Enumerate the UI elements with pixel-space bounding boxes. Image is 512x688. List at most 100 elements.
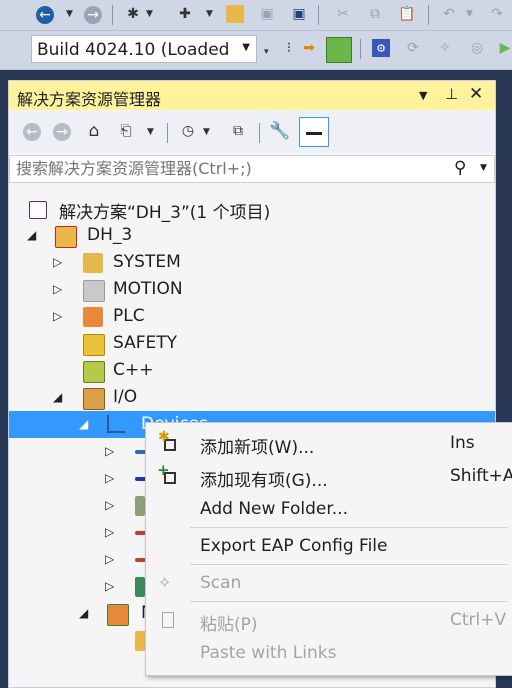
build-icon[interactable]: ➡ — [300, 39, 318, 57]
main-toolbar: ← ▼ → ✱ ▼ ✚ ▼ ▣ ▣ ✂ ⧉ 📋 ↶ ▼ ↷ — [0, 0, 512, 31]
target-config-icon[interactable] — [326, 37, 352, 63]
menu-item-scan: ✧ Scan — [146, 567, 512, 599]
tree-item-safety[interactable]: SAFETY — [9, 330, 495, 357]
restart-icon: ⟳ — [407, 40, 419, 56]
tree-item-system[interactable]: ▷ SYSTEM — [9, 249, 495, 276]
add-item-dropdown-icon[interactable]: ▼ — [206, 9, 213, 19]
back-dropdown-icon[interactable]: ▼ — [66, 9, 73, 19]
home-icon[interactable]: ⌂ — [85, 121, 103, 141]
collapsed-arrow-icon[interactable]: ▷ — [105, 579, 114, 593]
panel-title: 解决方案资源管理器 — [17, 90, 162, 109]
chevron-down-icon[interactable]: ▼ — [242, 42, 250, 53]
collapsed-arrow-icon[interactable]: ▷ — [105, 552, 114, 566]
expanded-arrow-icon[interactable]: ◢ — [27, 228, 36, 242]
safety-icon — [83, 334, 105, 356]
search-input[interactable] — [16, 159, 436, 178]
collapsed-arrow-icon[interactable]: ▷ — [105, 444, 114, 458]
solution-explorer-toolbar: ← → ⌂ ⎗ ▼ ◷ ▼ ⧉ 🔧 — [9, 111, 495, 153]
expanded-arrow-icon[interactable]: ◢ — [79, 417, 88, 431]
menu-item-shortcut: Ins — [450, 433, 475, 453]
undo-dropdown-icon: ▼ — [466, 9, 473, 19]
search-options-dropdown-icon[interactable]: ▼ — [480, 163, 487, 173]
activate-config-icon[interactable]: ⁝ — [280, 39, 298, 57]
tree-item-cpp[interactable]: C++ — [9, 357, 495, 384]
menu-item-label: Paste with Links — [200, 643, 337, 663]
pending-changes-icon[interactable]: ◷ — [179, 122, 197, 140]
toggle-freerun-icon: ◎ — [470, 40, 484, 56]
menu-item-label: 添加现有项(G)... — [200, 471, 328, 491]
context-menu: ✱ 添加新项(W)... Ins + 添加现有项(G)... Shift+A A… — [145, 422, 512, 676]
add-item-icon[interactable]: ✚ — [176, 5, 194, 23]
preview-selected-icon[interactable] — [299, 117, 329, 147]
io-icon — [83, 388, 105, 410]
run-mode-icon[interactable]: ⚙ — [372, 39, 390, 57]
collapsed-arrow-icon[interactable]: ▷ — [105, 471, 114, 485]
pending-changes-dropdown-icon[interactable]: ▼ — [203, 127, 210, 137]
save-all-icon[interactable]: ▣ — [290, 5, 308, 23]
scan-wand-icon: ✧ — [439, 40, 451, 56]
toolbar-overflow-icon[interactable]: ▾ — [264, 47, 269, 57]
close-icon[interactable]: ✕ — [469, 84, 483, 104]
collapsed-arrow-icon[interactable]: ▷ — [53, 282, 62, 296]
plc-icon — [83, 307, 103, 327]
switch-views-dropdown-icon[interactable]: ▼ — [147, 127, 154, 137]
window-position-icon[interactable]: ▼ — [419, 89, 427, 102]
device-icon — [135, 496, 145, 516]
back-icon[interactable]: ← — [36, 6, 54, 24]
separator — [428, 5, 429, 25]
tree-item-project[interactable]: ◢ DH_3 — [9, 222, 495, 249]
system-icon — [83, 253, 103, 273]
add-existing-item-icon: + — [157, 461, 178, 486]
paste-icon — [158, 610, 178, 630]
menu-item-add-new-item[interactable]: ✱ 添加新项(W)... Ins — [146, 427, 512, 459]
build-config-value: Build 4024.10 (Loaded — [37, 40, 230, 60]
extra-icon: ▶ — [499, 40, 511, 56]
scan-wand-icon: ✧ — [158, 573, 172, 592]
motion-icon — [83, 280, 105, 302]
tree-item-motion[interactable]: ▷ MOTION — [9, 276, 495, 303]
menu-item-paste: 粘贴(P) Ctrl+V — [146, 604, 512, 636]
switch-views-icon[interactable]: ⎗ — [117, 122, 135, 140]
collapsed-arrow-icon[interactable]: ▷ — [53, 309, 62, 323]
menu-item-paste-with-links: Paste with Links — [146, 637, 512, 669]
tree-item-label: MOTION — [113, 279, 183, 299]
new-project-icon[interactable]: ✱ — [124, 5, 142, 23]
open-folder-icon[interactable] — [226, 5, 244, 23]
collapse-all-icon[interactable]: ⧉ — [229, 122, 247, 140]
menu-item-label: Export EAP Config File — [200, 536, 388, 556]
properties-wrench-icon[interactable]: 🔧 — [269, 121, 290, 141]
tree-item-label: DH_3 — [87, 225, 133, 245]
tree-item-label: SAFETY — [113, 333, 178, 353]
redo-icon: ↷ — [491, 6, 503, 22]
menu-item-label: 添加新项(W)... — [200, 438, 315, 458]
cut-icon: ✂ — [337, 6, 349, 22]
tree-item-solution[interactable]: 解决方案“DH_3”(1 个项目) — [9, 195, 495, 223]
pin-icon[interactable]: ⊥ — [445, 85, 458, 103]
paste-icon: 📋 — [398, 6, 416, 22]
tree-item-label: PLC — [113, 306, 145, 326]
menu-item-add-existing-item[interactable]: + 添加现有项(G)... Shift+A — [146, 460, 512, 492]
device-icon — [135, 577, 145, 597]
panel-header: 解决方案资源管理器 ▼ ⊥ ✕ — [9, 81, 495, 110]
collapsed-arrow-icon[interactable]: ▷ — [105, 498, 114, 512]
forward-icon[interactable]: → — [84, 6, 102, 24]
tree-item-plc[interactable]: ▷ PLC — [9, 303, 495, 330]
back-icon: ← — [23, 123, 41, 141]
tree-item-io[interactable]: ◢ I/O — [9, 384, 495, 411]
undo-icon: ↶ — [443, 6, 455, 22]
search-box[interactable]: ⚲ ▼ — [9, 155, 495, 183]
menu-item-export-eap-config[interactable]: Export EAP Config File — [146, 530, 512, 562]
expanded-arrow-icon[interactable]: ◢ — [79, 606, 88, 620]
expanded-arrow-icon[interactable]: ◢ — [53, 390, 62, 404]
menu-item-label: Scan — [200, 573, 242, 593]
collapsed-arrow-icon[interactable]: ▷ — [105, 525, 114, 539]
menu-item-add-new-folder[interactable]: Add New Folder... — [146, 493, 512, 525]
separator — [360, 39, 361, 59]
build-config-dropdown[interactable]: Build 4024.10 (Loaded ▼ — [31, 35, 257, 63]
tree-item-label: I/O — [113, 387, 138, 407]
search-icon[interactable]: ⚲ — [454, 158, 466, 178]
collapsed-arrow-icon[interactable]: ▷ — [53, 255, 62, 269]
cpp-icon — [83, 361, 105, 383]
new-project-dropdown-icon[interactable]: ▼ — [146, 9, 153, 19]
forward-icon: → — [53, 123, 71, 141]
